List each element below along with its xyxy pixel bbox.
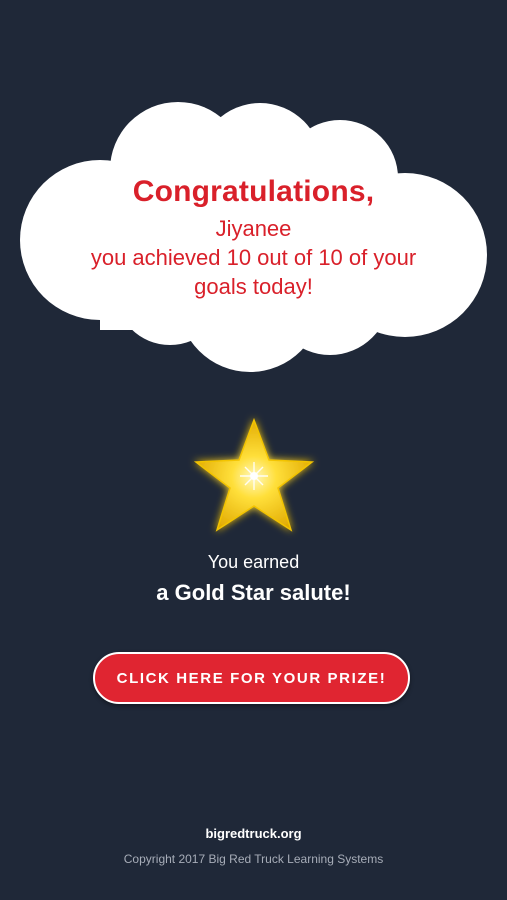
congratulations-message: Congratulations, Jiyanee you achieved 10…	[40, 170, 467, 301]
achievement-line-1: you achieved 10 out of 10 of your	[90, 245, 417, 270]
congratulations-title: Congratulations,	[132, 175, 375, 208]
gold-star-icon	[193, 417, 315, 532]
gold-star-salute-text: a Gold Star salute!	[156, 580, 351, 605]
claim-prize-button[interactable]: CLICK HERE FOR YOUR PRIZE!	[93, 652, 410, 704]
copyright-text: Copyright 2017 Big Red Truck Learning Sy…	[123, 852, 384, 866]
achievement-line-2: goals today!	[194, 274, 313, 299]
earned-text: You earned	[207, 552, 300, 572]
user-name: Jiyanee	[215, 216, 292, 241]
website-link[interactable]: bigredtruck.org	[0, 826, 507, 841]
